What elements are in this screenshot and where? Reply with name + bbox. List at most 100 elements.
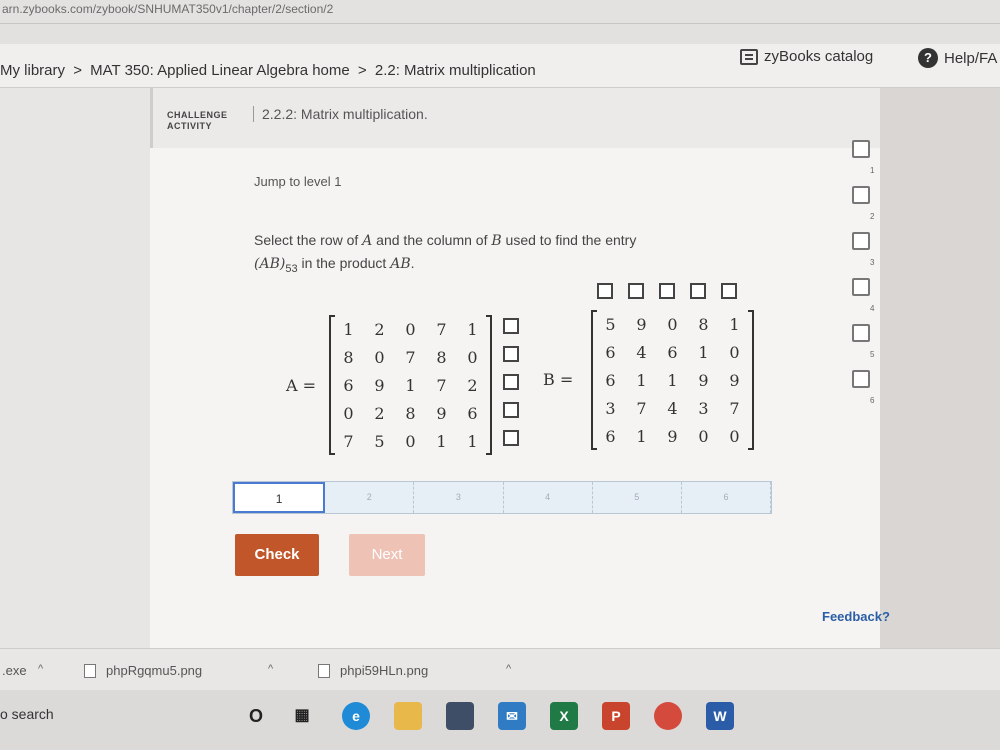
matrix-entry: 0 bbox=[729, 342, 740, 362]
nav-level-number: 6 bbox=[870, 396, 875, 405]
nav-level-box[interactable] bbox=[852, 232, 870, 250]
matrix-entry: 4 bbox=[636, 342, 647, 362]
row-select-checkbox[interactable] bbox=[503, 318, 519, 334]
feedback-link[interactable]: Feedback? bbox=[822, 609, 890, 624]
matrix-entry: 1 bbox=[405, 375, 416, 395]
breadcrumb-separator: > bbox=[73, 62, 82, 79]
download-filename: phpRgqmu5.png bbox=[106, 663, 203, 678]
matrix-entry: 6 bbox=[605, 426, 616, 446]
matrix-entry: 7 bbox=[436, 375, 447, 395]
task-view-icon[interactable]: ▦ bbox=[288, 702, 316, 730]
download-filename: phpi59HLn.png bbox=[340, 663, 429, 678]
bracket-left bbox=[591, 310, 597, 450]
breadcrumb-course-home[interactable]: MAT 350: Applied Linear Algebra home bbox=[90, 62, 350, 79]
matrix-row: 61900 bbox=[595, 422, 750, 450]
breadcrumb-my-library[interactable]: My library bbox=[0, 62, 65, 79]
activity-tag-line2: ACTIVITY bbox=[167, 121, 213, 131]
chevron-up-icon[interactable]: ^ bbox=[268, 663, 273, 675]
column-select-checkbox[interactable] bbox=[690, 283, 706, 299]
matrix-entry: 7 bbox=[636, 398, 647, 418]
matrix-entry: 9 bbox=[667, 426, 678, 446]
matrix-entry: 1 bbox=[636, 426, 647, 446]
left-margin bbox=[0, 88, 150, 648]
matrix-entry: 0 bbox=[698, 426, 709, 446]
matrix-entry: 0 bbox=[729, 426, 740, 446]
column-select-checkbox[interactable] bbox=[597, 283, 613, 299]
activity-tag-line1: CHALLENGE bbox=[167, 110, 228, 120]
chevron-up-icon[interactable]: ^ bbox=[506, 663, 511, 675]
chrome-icon[interactable] bbox=[654, 702, 682, 730]
matrix-entry: 7 bbox=[405, 347, 416, 367]
download-item[interactable]: phpRgqmu5.png bbox=[84, 663, 202, 678]
level-5[interactable]: 5 bbox=[593, 482, 682, 513]
level-2[interactable]: 2 bbox=[325, 482, 415, 513]
help-icon: ? bbox=[918, 48, 938, 68]
level-6[interactable]: 6 bbox=[682, 482, 772, 513]
nav-level-number: 5 bbox=[870, 350, 875, 359]
level-1[interactable]: 1 bbox=[233, 482, 326, 513]
prompt-text: in the product bbox=[297, 255, 391, 271]
cortana-icon[interactable]: O bbox=[242, 702, 270, 730]
matrix-row: 61199 bbox=[595, 366, 750, 394]
download-item[interactable]: .exe bbox=[2, 663, 27, 678]
prompt-text: . bbox=[410, 255, 415, 271]
matrix-entry: 6 bbox=[605, 342, 616, 362]
row-select-checkbox[interactable] bbox=[503, 374, 519, 390]
row-select-checkbox[interactable] bbox=[503, 402, 519, 418]
chevron-up-icon[interactable]: ^ bbox=[38, 663, 43, 675]
bracket-right bbox=[486, 315, 492, 455]
edge-icon[interactable]: e bbox=[342, 702, 370, 730]
excel-icon[interactable]: X bbox=[550, 702, 578, 730]
matrix-b-label: B = bbox=[543, 370, 574, 389]
column-select-checkbox[interactable] bbox=[721, 283, 737, 299]
matrix-entry: 8 bbox=[405, 403, 416, 423]
activity-nav: 1 2 3 4 5 6 bbox=[840, 88, 888, 428]
matrix-entry: 9 bbox=[729, 370, 740, 390]
nav-level-box[interactable] bbox=[852, 324, 870, 342]
matrix-entry: 0 bbox=[405, 431, 416, 451]
download-item[interactable]: phpi59HLn.png bbox=[318, 663, 428, 678]
prompt-text: used to find the entry bbox=[501, 232, 637, 248]
matrix-entry: 3 bbox=[605, 398, 616, 418]
file-explorer-icon[interactable] bbox=[394, 702, 422, 730]
catalog-link[interactable]: zyBooks catalog bbox=[740, 48, 873, 65]
matrix-entry: 2 bbox=[467, 375, 478, 395]
nav-level-box[interactable] bbox=[852, 186, 870, 204]
row-select-checkbox[interactable] bbox=[503, 346, 519, 362]
nav-level-box[interactable] bbox=[852, 140, 870, 158]
nav-level-box[interactable] bbox=[852, 278, 870, 296]
mail-icon[interactable]: ✉ bbox=[498, 702, 526, 730]
matrix-row: 37437 bbox=[595, 394, 750, 422]
url-bar[interactable]: arn.zybooks.com/zybook/SNHUMAT350v1/chap… bbox=[0, 0, 1000, 24]
store-icon[interactable] bbox=[446, 702, 474, 730]
row-select-checkbox[interactable] bbox=[503, 430, 519, 446]
matrix-entry: 1 bbox=[467, 431, 478, 451]
level-3[interactable]: 3 bbox=[414, 482, 504, 513]
matrix-entry: 6 bbox=[605, 370, 616, 390]
word-icon[interactable]: W bbox=[706, 702, 734, 730]
matrix-row: 80780 bbox=[333, 343, 488, 371]
prompt-entry-subscript: 53 bbox=[285, 262, 298, 275]
breadcrumb-separator: > bbox=[357, 62, 367, 79]
matrix-entry: 0 bbox=[467, 347, 478, 367]
activity-tag: CHALLENGE ACTIVITY bbox=[167, 110, 228, 132]
matrix-entry: 1 bbox=[667, 370, 678, 390]
nav-level-number: 2 bbox=[870, 212, 875, 221]
matrix-entry: 7 bbox=[729, 398, 740, 418]
matrix-row: 64610 bbox=[595, 338, 750, 366]
jump-to-level[interactable]: Jump to level 1 bbox=[254, 174, 341, 189]
breadcrumb: My library > MAT 350: Applied Linear Alg… bbox=[0, 62, 540, 79]
breadcrumb-section: 2.2: Matrix multiplication bbox=[374, 62, 536, 79]
downloads-bar: .exe ^ phpRgqmu5.png ^ phpi59HLn.png ^ bbox=[0, 648, 1000, 690]
check-button[interactable]: Check bbox=[235, 534, 319, 576]
column-select-checkbox[interactable] bbox=[659, 283, 675, 299]
level-4[interactable]: 4 bbox=[504, 482, 593, 513]
matrix-entry: 8 bbox=[343, 347, 354, 367]
powerpoint-icon[interactable]: P bbox=[602, 702, 630, 730]
taskbar-search[interactable]: o search bbox=[0, 706, 54, 722]
matrix-entry: 1 bbox=[636, 370, 647, 390]
nav-level-box[interactable] bbox=[852, 370, 870, 388]
column-select-checkbox[interactable] bbox=[628, 283, 644, 299]
next-button[interactable]: Next bbox=[349, 534, 425, 576]
help-link[interactable]: ? Help/FA bbox=[918, 48, 997, 68]
